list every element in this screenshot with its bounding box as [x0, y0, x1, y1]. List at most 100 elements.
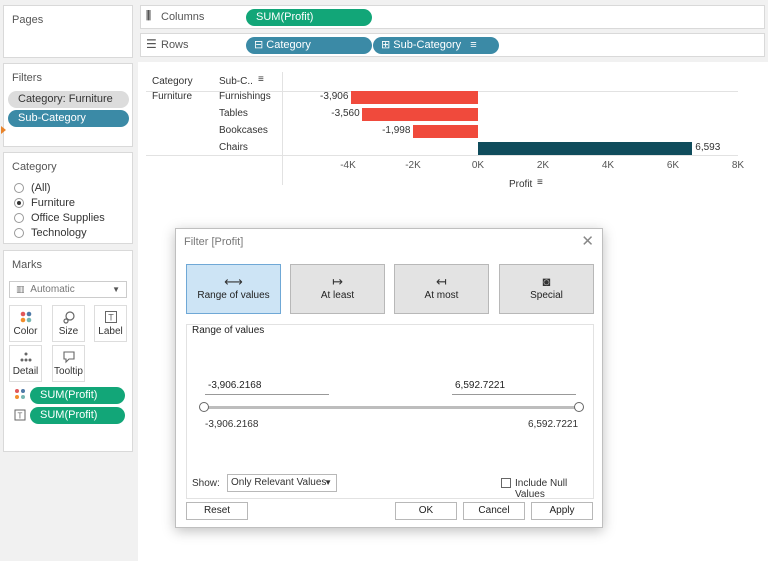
- include-null-label: Include Null Values: [515, 478, 568, 500]
- tab-label: At most: [424, 290, 459, 301]
- marks-detail-button[interactable]: Detail: [9, 345, 42, 382]
- slider-handle-max[interactable]: [574, 402, 584, 412]
- detail-dots-icon: [10, 350, 41, 366]
- marks-color-label: Color: [13, 326, 38, 337]
- apply-button[interactable]: Apply: [531, 502, 593, 520]
- marks-tooltip-label: Tooltip: [54, 366, 83, 377]
- chevron-down-icon: ▼: [324, 478, 332, 487]
- radio-option-furniture[interactable]: Furniture: [14, 196, 75, 210]
- show-dropdown[interactable]: Only Relevant Values ▼: [227, 474, 337, 492]
- subcategory-label: Bookcases: [219, 125, 268, 136]
- filter-pill-category[interactable]: Category: Furniture: [8, 91, 129, 108]
- sort-icon: ≡: [470, 39, 477, 51]
- at-least-icon: ↦: [332, 274, 343, 289]
- x-tick-label: 2K: [536, 160, 550, 171]
- radio-button-selected[interactable]: [14, 198, 24, 208]
- radio-label: Furniture: [31, 197, 76, 209]
- data-label: 6,593: [695, 142, 721, 153]
- reset-button[interactable]: Reset: [186, 502, 248, 520]
- rows-pill-subcategory-label: Sub-Category: [393, 39, 462, 51]
- marks-label-label: Label: [98, 326, 123, 337]
- range-min-label: -3,906.2168: [205, 419, 259, 430]
- radio-button[interactable]: [14, 228, 24, 238]
- marks-tooltip-button[interactable]: Tooltip: [52, 345, 85, 382]
- x-tick-label: 0K: [471, 160, 485, 171]
- slider-handle-min[interactable]: [199, 402, 209, 412]
- subcategory-label: Tables: [219, 108, 248, 119]
- marks-label-pill[interactable]: SUM(Profit): [30, 407, 125, 424]
- marks-color-pill[interactable]: SUM(Profit): [30, 387, 125, 404]
- range-panel: Range of values -3,906.2168 6,592.7221 S…: [186, 324, 594, 500]
- filter-pill-subcategory[interactable]: Sub-Category: [8, 110, 129, 127]
- category-filter-card: Category (All) Furniture Office Supplies…: [3, 152, 133, 244]
- category-label: Furniture: [152, 91, 193, 102]
- bar-tables[interactable]: [362, 108, 478, 121]
- radio-option-office-supplies[interactable]: Office Supplies: [14, 211, 105, 225]
- max-value-input[interactable]: [452, 377, 576, 395]
- svg-text:T: T: [18, 412, 23, 421]
- tab-at-most[interactable]: ↤ At most: [394, 264, 489, 314]
- min-value-input[interactable]: [205, 377, 329, 395]
- tooltip-icon: [53, 350, 84, 366]
- marks-label-button[interactable]: T Label: [94, 305, 127, 342]
- sort-icon[interactable]: ≡: [537, 177, 543, 188]
- filter-caret-icon: [1, 126, 6, 134]
- radio-button[interactable]: [14, 183, 24, 193]
- marks-card: Marks ▥ Automatic ▼ Color Size T Label D…: [3, 250, 133, 452]
- columns-shelf[interactable]: ⫼ Columns SUM(Profit): [140, 5, 765, 29]
- rows-pill-subcategory[interactable]: ⊞ Sub-Category ≡: [373, 37, 499, 54]
- bar-bookcases[interactable]: [413, 125, 478, 138]
- ok-button[interactable]: OK: [395, 502, 457, 520]
- columns-pill-profit[interactable]: SUM(Profit): [246, 9, 372, 26]
- marks-color-button[interactable]: Color: [9, 305, 42, 342]
- tab-special[interactable]: ◙ Special: [499, 264, 594, 314]
- tab-label: Special: [530, 290, 563, 301]
- data-label: -3,906: [320, 91, 349, 102]
- marks-title: Marks: [12, 259, 42, 271]
- pages-title: Pages: [12, 14, 44, 26]
- header-category: Category: [152, 76, 193, 87]
- tab-at-least[interactable]: ↦ At least: [290, 264, 385, 314]
- data-label: -3,560: [331, 108, 360, 119]
- at-most-icon: ↤: [436, 274, 447, 289]
- radio-label: Office Supplies: [31, 212, 105, 224]
- special-icon: ◙: [542, 274, 551, 289]
- text-label-icon: T: [14, 409, 26, 424]
- subcategory-label: Chairs: [219, 142, 248, 153]
- mark-type-label: Automatic: [30, 284, 75, 295]
- close-icon[interactable]: ✕: [581, 232, 594, 250]
- radio-option-all[interactable]: (All): [14, 181, 51, 195]
- rows-label: Rows: [161, 39, 189, 51]
- sort-icon: ≡: [258, 74, 264, 85]
- rows-shelf[interactable]: ☰ Rows ⊟ Category ⊞ Sub-Category ≡: [140, 33, 765, 57]
- pages-card: Pages: [3, 5, 133, 58]
- marks-size-label: Size: [58, 326, 79, 337]
- bar-furnishings[interactable]: [351, 91, 478, 104]
- text-label-icon: T: [95, 310, 126, 326]
- show-dropdown-value: Only Relevant Values: [231, 477, 327, 488]
- color-dots-icon: [14, 388, 26, 403]
- data-label: -1,998: [382, 125, 411, 136]
- radio-option-technology[interactable]: Technology: [14, 226, 87, 240]
- radio-label: Technology: [31, 227, 87, 239]
- category-filter-title: Category: [12, 161, 57, 173]
- tab-range-of-values[interactable]: ⟷ Range of values: [186, 264, 281, 314]
- x-tick-label: -4K: [340, 160, 356, 171]
- range-section-title: Range of values: [192, 325, 265, 336]
- bar-chairs[interactable]: [478, 142, 693, 155]
- svg-text:T: T: [108, 313, 114, 323]
- mark-type-dropdown[interactable]: ▥ Automatic ▼: [9, 281, 127, 298]
- filters-card: Filters Category: Furniture Sub-Category: [3, 63, 133, 147]
- show-label: Show:: [192, 478, 220, 489]
- rows-pill-category[interactable]: ⊟ Category: [246, 37, 372, 54]
- radio-button[interactable]: [14, 213, 24, 223]
- bar-chart-icon: ▥: [16, 284, 25, 294]
- cancel-button[interactable]: Cancel: [463, 502, 525, 520]
- marks-size-button[interactable]: Size: [52, 305, 85, 342]
- x-tick-label: 6K: [666, 160, 680, 171]
- x-tick-label: -2K: [405, 160, 421, 171]
- range-slider-track[interactable]: [204, 406, 579, 409]
- include-null-checkbox[interactable]: [501, 478, 511, 488]
- range-icon: ⟷: [224, 274, 243, 289]
- columns-label: Columns: [161, 11, 205, 23]
